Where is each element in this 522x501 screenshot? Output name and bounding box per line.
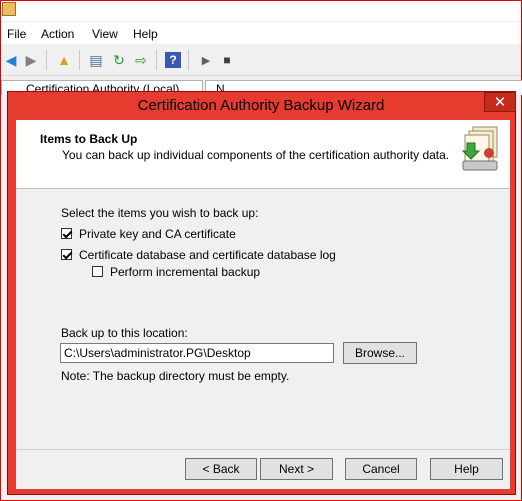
certificate-database-label[interactable]: Certificate database and certificate dat…	[79, 248, 336, 262]
forward-arrow-icon[interactable]: ▶	[23, 52, 39, 68]
menu-file[interactable]: File	[7, 27, 26, 41]
backup-note: Note: The backup directory must be empty…	[61, 369, 290, 383]
menu-view[interactable]: View	[92, 27, 118, 41]
wizard-title: Certification Authority Backup Wizard	[137, 97, 385, 114]
certificate-app-icon	[2, 2, 16, 16]
backup-location-input[interactable]	[60, 343, 334, 363]
menu-help[interactable]: Help	[133, 27, 158, 41]
toolbar-separator	[156, 50, 157, 70]
toolbar: ◀ ▶ ▲ ▤ ↻ ⇨ ? ▶ ■	[1, 45, 521, 76]
browse-button[interactable]: Browse...	[343, 342, 417, 364]
help-button[interactable]: Help	[430, 458, 503, 480]
incremental-backup-label[interactable]: Perform incremental backup	[110, 265, 260, 279]
refresh-icon[interactable]: ↻	[111, 52, 127, 68]
show-hide-tree-icon[interactable]: ▤	[88, 52, 104, 68]
back-button[interactable]: < Back	[185, 458, 257, 480]
incremental-backup-checkbox[interactable]	[92, 266, 103, 277]
toolbar-separator	[46, 50, 47, 70]
backup-certificate-icon	[461, 126, 498, 171]
start-service-icon[interactable]: ▶	[198, 52, 214, 68]
toolbar-separator	[188, 50, 189, 70]
menu-bar: File Action View Help	[1, 22, 521, 44]
help-icon[interactable]: ?	[165, 52, 181, 68]
footer-divider	[16, 449, 510, 450]
toolbar-separator	[79, 50, 80, 70]
certificate-database-checkbox[interactable]	[61, 249, 72, 260]
private-key-checkbox[interactable]	[61, 228, 72, 239]
back-arrow-icon[interactable]: ◀	[3, 52, 19, 68]
private-key-label[interactable]: Private key and CA certificate	[79, 227, 236, 241]
menu-action[interactable]: Action	[41, 27, 74, 41]
stop-service-icon[interactable]: ■	[219, 52, 235, 68]
cancel-button[interactable]: Cancel	[345, 458, 417, 480]
up-folder-icon[interactable]: ▲	[56, 52, 72, 68]
close-button[interactable]: ✕	[484, 92, 516, 112]
location-label: Back up to this location:	[61, 326, 188, 340]
mmc-titlebar	[1, 1, 521, 21]
export-list-icon[interactable]: ⇨	[133, 52, 149, 68]
next-button[interactable]: Next >	[260, 458, 333, 480]
wizard-titlebar: Certification Authority Backup Wizard	[8, 92, 514, 120]
page-title: Items to Back Up	[40, 132, 138, 146]
select-items-prompt: Select the items you wish to back up:	[61, 206, 259, 220]
page-subtitle: You can back up individual components of…	[62, 148, 450, 162]
